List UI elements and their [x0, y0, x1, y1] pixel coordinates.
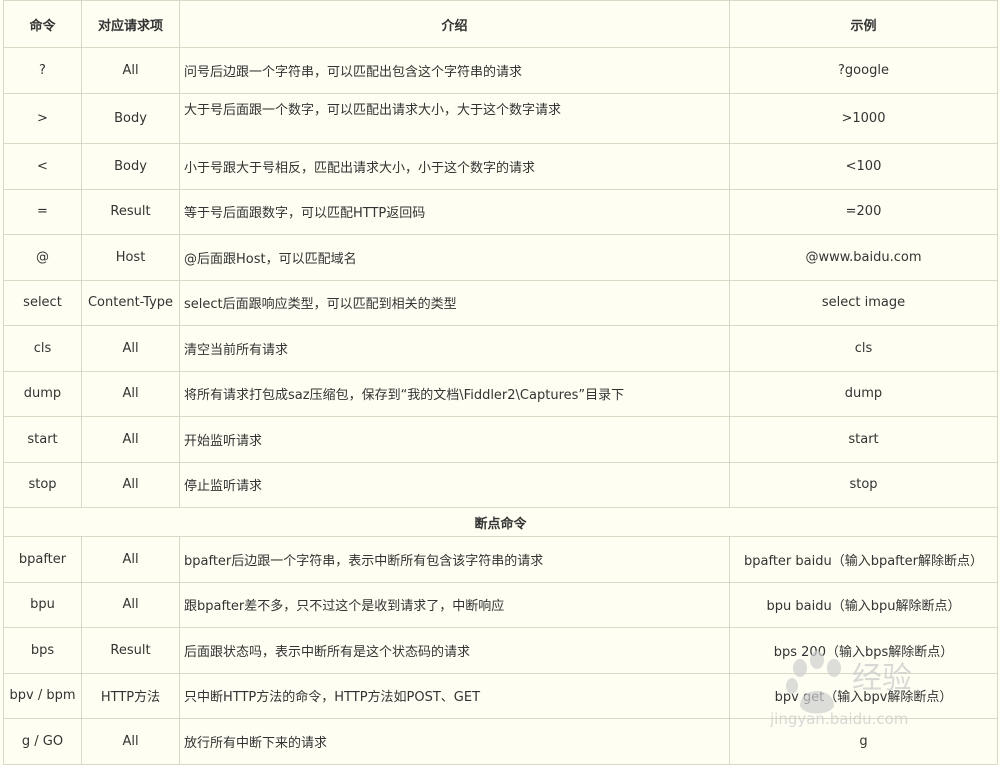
target-cell: Result — [81, 627, 180, 674]
table-row: > Body 大于号后面跟一个数字，可以匹配出请求大小，大于这个数字请求 >1000 — [3, 92, 998, 144]
target-cell: All — [81, 47, 180, 94]
command-cell: bpv / bpm — [3, 672, 82, 719]
intro-cell: 停止监听请求 — [179, 461, 730, 508]
table-row: bpv / bpm HTTP方法 只中断HTTP方法的命令，HTTP方法如POST、… — [3, 672, 998, 719]
command-cell: bpafter — [3, 536, 82, 583]
command-cell: cls — [3, 325, 82, 372]
intro-cell: 大于号后面跟一个数字，可以匹配出请求大小，大于这个数字请求 — [179, 92, 730, 144]
header-intro: 介绍 — [179, 0, 730, 48]
target-cell: All — [81, 370, 180, 417]
example-cell: bpafter baidu（输入bpafter解除断点） — [729, 536, 998, 583]
target-cell: All — [81, 581, 180, 628]
header-target: 对应请求项 — [81, 0, 180, 48]
intro-cell: select后面跟响应类型，可以匹配到相关的类型 — [179, 279, 730, 326]
command-cell: < — [3, 143, 82, 190]
table-row: @ Host @后面跟Host，可以匹配域名 @www.baidu.com — [3, 234, 998, 281]
command-cell: bps — [3, 627, 82, 674]
intro-cell: @后面跟Host，可以匹配域名 — [179, 234, 730, 281]
example-cell: g — [729, 718, 998, 765]
table-row: < Body 小于号跟大于号相反，匹配出请求大小，小于这个数字的请求 <100 — [3, 143, 998, 190]
table-row: bps Result 后面跟状态吗，表示中断所有是这个状态码的请求 bps 200（输… — [3, 627, 998, 674]
target-cell: Body — [81, 92, 180, 144]
example-cell: @www.baidu.com — [729, 234, 998, 281]
intro-cell: 等于号后面跟数字，可以匹配HTTP返回码 — [179, 188, 730, 235]
command-cell: ? — [3, 47, 82, 94]
example-cell: bpu baidu（输入bpu解除断点） — [729, 581, 998, 628]
intro-cell: 跟bpafter差不多，只不过这个是收到请求了，中断响应 — [179, 581, 730, 628]
intro-cell: 问号后边跟一个字符串，可以匹配出包含这个字符串的请求 — [179, 47, 730, 94]
target-cell: HTTP方法 — [81, 672, 180, 719]
header-example: 示例 — [729, 0, 998, 48]
table-row: ? All 问号后边跟一个字符串，可以匹配出包含这个字符串的请求 ?google — [3, 47, 998, 94]
example-cell: cls — [729, 325, 998, 372]
command-cell: dump — [3, 370, 82, 417]
command-cell: select — [3, 279, 82, 326]
example-cell: =200 — [729, 188, 998, 235]
target-cell: Body — [81, 143, 180, 190]
target-cell: All — [81, 325, 180, 372]
intro-cell: 将所有请求打包成saz压缩包，保存到“我的文档\Fiddler2\Capture… — [179, 370, 730, 417]
header-row: 命令 对应请求项 介绍 示例 — [3, 0, 998, 48]
target-cell: All — [81, 416, 180, 463]
example-cell: bps 200（输入bps解除断点） — [729, 627, 998, 674]
example-cell: bpv get（输入bpv解除断点） — [729, 672, 998, 719]
command-cell: @ — [3, 234, 82, 281]
table-row: start All 开始监听请求 start — [3, 416, 998, 463]
target-cell: Host — [81, 234, 180, 281]
example-cell: ?google — [729, 47, 998, 94]
intro-cell: 只中断HTTP方法的命令，HTTP方法如POST、GET — [179, 672, 730, 719]
example-cell: >1000 — [729, 92, 998, 144]
table-row: cls All 清空当前所有请求 cls — [3, 325, 998, 372]
example-cell: <100 — [729, 143, 998, 190]
command-cell: = — [3, 188, 82, 235]
table-row: = Result 等于号后面跟数字，可以匹配HTTP返回码 =200 — [3, 188, 998, 235]
intro-cell: 开始监听请求 — [179, 416, 730, 463]
command-table: 命令 对应请求项 介绍 示例 ? All 问号后边跟一个字符串，可以匹配出包含这个字… — [3, 0, 998, 765]
section-title: 断点命令 — [3, 507, 998, 537]
target-cell: Result — [81, 188, 180, 235]
example-cell: dump — [729, 370, 998, 417]
target-cell: All — [81, 536, 180, 583]
example-cell: start — [729, 416, 998, 463]
intro-cell: 后面跟状态吗，表示中断所有是这个状态码的请求 — [179, 627, 730, 674]
section-row: 断点命令 — [3, 507, 998, 537]
example-cell: select image — [729, 279, 998, 326]
table-row: g / GO All 放行所有中断下来的请求 g — [3, 718, 998, 765]
table-row: bpu All 跟bpafter差不多，只不过这个是收到请求了，中断响应 bpu ba… — [3, 581, 998, 628]
table-row: dump All 将所有请求打包成saz压缩包，保存到“我的文档\Fiddler2\… — [3, 370, 998, 417]
intro-cell: 清空当前所有请求 — [179, 325, 730, 372]
target-cell: All — [81, 718, 180, 765]
intro-cell: 小于号跟大于号相反，匹配出请求大小，小于这个数字的请求 — [179, 143, 730, 190]
command-cell: > — [3, 92, 82, 144]
command-cell: g / GO — [3, 718, 82, 765]
target-cell: Content-Type — [81, 279, 180, 326]
table-row: stop All 停止监听请求 stop — [3, 461, 998, 508]
example-cell: stop — [729, 461, 998, 508]
intro-cell: 放行所有中断下来的请求 — [179, 718, 730, 765]
command-cell: bpu — [3, 581, 82, 628]
header-command: 命令 — [3, 0, 82, 48]
target-cell: All — [81, 461, 180, 508]
command-cell: start — [3, 416, 82, 463]
table-row: select Content-Type select后面跟响应类型，可以匹配到相关的… — [3, 279, 998, 326]
table-row: bpafter All bpafter后边跟一个字符串，表示中断所有包含该字符串的请… — [3, 536, 998, 583]
command-cell: stop — [3, 461, 82, 508]
intro-cell: bpafter后边跟一个字符串，表示中断所有包含该字符串的请求 — [179, 536, 730, 583]
